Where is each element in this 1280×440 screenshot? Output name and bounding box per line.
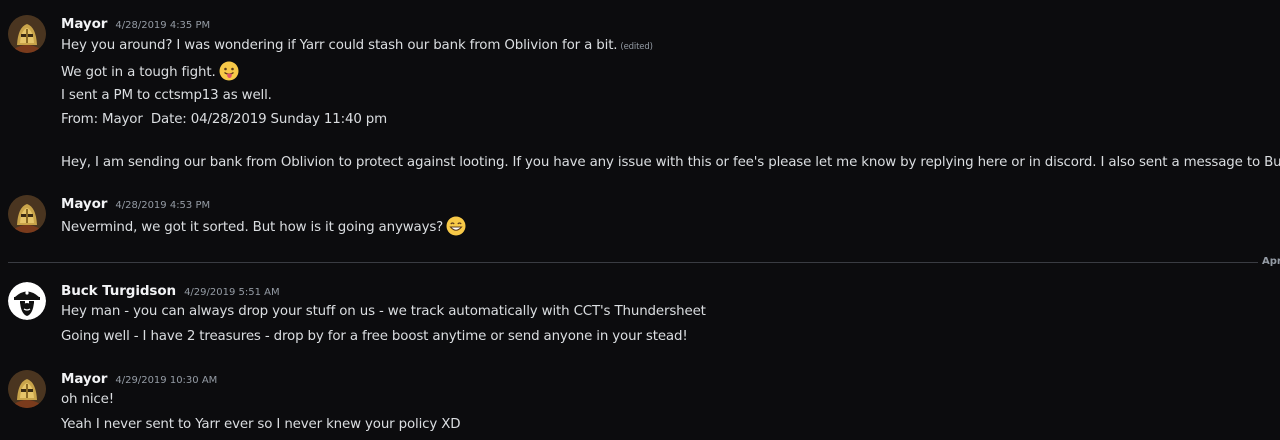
message-timestamp[interactable]: 4/29/2019 5:51 AM <box>184 287 280 298</box>
tongue-out-emoji-icon[interactable] <box>219 61 239 81</box>
mayor-avatar[interactable] <box>8 195 46 233</box>
knight-helmet-icon <box>8 370 46 408</box>
pirate-bandana-icon <box>8 282 46 320</box>
message-line: We got in a tough fight. <box>61 61 239 82</box>
message-line: oh nice! <box>61 392 114 407</box>
message-line: I sent a PM to cctsmp13 as well. <box>61 88 272 103</box>
message-line: Nevermind, we got it sorted. But how is … <box>61 216 466 237</box>
message-line: Yeah I never sent to Yarr ever so I neve… <box>61 417 461 432</box>
message-line: From: Mayor Date: 04/28/2019 Sunday 11:4… <box>61 112 388 127</box>
message-text: Hey you around? I was wondering if Yarr … <box>61 38 618 53</box>
message-text: We got in a tough fight. <box>61 65 216 80</box>
grinning-smile-emoji-icon[interactable] <box>446 216 466 236</box>
message-line: Hey man - you can always drop your stuff… <box>61 304 706 319</box>
date-divider-label: Apr <box>1262 256 1280 267</box>
message-author[interactable]: Mayor <box>61 16 107 32</box>
message-timestamp[interactable]: 4/29/2019 10:30 AM <box>115 375 217 386</box>
message-line: Going well - I have 2 treasures - drop b… <box>61 329 688 344</box>
message-author[interactable]: Mayor <box>61 196 107 212</box>
message-timestamp[interactable]: 4/28/2019 4:53 PM <box>115 200 210 211</box>
buck-avatar[interactable] <box>8 282 46 320</box>
message-line: Hey, I am sending our bank from Oblivion… <box>61 155 1280 170</box>
message-author[interactable]: Mayor <box>61 371 107 387</box>
knight-helmet-icon <box>8 15 46 53</box>
mayor-avatar[interactable] <box>8 370 46 408</box>
date-divider-line <box>8 262 1258 263</box>
edited-label: (edited) <box>620 42 653 52</box>
mayor-avatar[interactable] <box>8 15 46 53</box>
message-author[interactable]: Buck Turgidson <box>61 283 176 299</box>
message-timestamp[interactable]: 4/28/2019 4:35 PM <box>115 20 210 31</box>
message-text: Nevermind, we got it sorted. But how is … <box>61 220 444 235</box>
message-line: Hey you around? I was wondering if Yarr … <box>61 37 653 56</box>
knight-helmet-icon <box>8 195 46 233</box>
